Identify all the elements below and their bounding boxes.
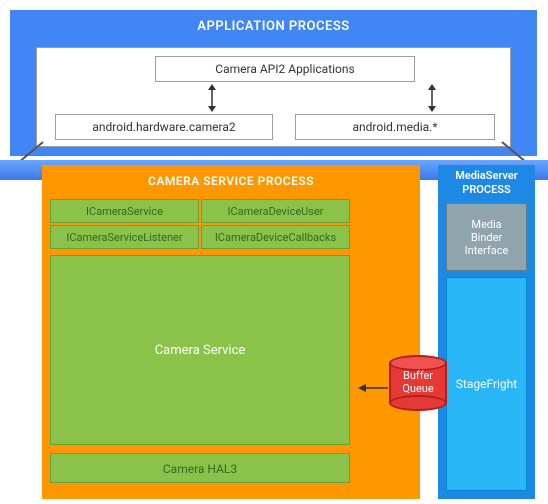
camera-service-process-title: CAMERA SERVICE PROCESS <box>42 165 420 197</box>
mediaserver-process-container: MediaServer PROCESS Media Binder Interfa… <box>438 165 535 499</box>
application-process-container: APPLICATION PROCESS Camera API2 Applicat… <box>10 10 537 156</box>
double-arrow-icon <box>207 84 217 112</box>
camera-api2-applications-box: Camera API2 Applications <box>155 56 415 82</box>
icameradevicecallbacks-box: ICameraDeviceCallbacks <box>201 225 350 249</box>
camera-service-box: Camera Service <box>50 255 350 445</box>
application-process-inner: Camera API2 Applications android.hardwar… <box>36 47 511 147</box>
icameraservicelistener-box: ICameraServiceListener <box>50 225 199 249</box>
double-arrow-icon <box>427 84 437 112</box>
icameraservice-box: ICameraService <box>50 199 199 223</box>
application-process-title: APPLICATION PROCESS <box>11 11 536 43</box>
mediaserver-process-title: MediaServer PROCESS <box>438 165 535 201</box>
camera-service-process-inner: ICameraService ICameraDeviceUser ICamera… <box>50 199 350 491</box>
interface-grid: ICameraService ICameraDeviceUser ICamera… <box>50 199 350 249</box>
camera-service-process-container: CAMERA SERVICE PROCESS ICameraService IC… <box>42 165 420 499</box>
android-media-box: android.media.* <box>295 114 495 140</box>
icameradeviceuser-box: ICameraDeviceUser <box>201 199 350 223</box>
arrow-left-icon <box>358 378 388 388</box>
stagefright-box: StageFright <box>446 277 527 491</box>
cylinder-bottom <box>389 395 447 411</box>
android-hardware-camera2-box: android.hardware.camera2 <box>55 114 273 140</box>
buffer-queue-label: Buffer Queue <box>389 369 447 395</box>
architecture-diagram: APPLICATION PROCESS Camera API2 Applicat… <box>0 0 548 504</box>
camera-hal3-box: Camera HAL3 <box>50 453 350 483</box>
media-binder-interface-box: Media Binder Interface <box>446 203 527 271</box>
buffer-queue-cylinder: Buffer Queue <box>389 355 447 411</box>
